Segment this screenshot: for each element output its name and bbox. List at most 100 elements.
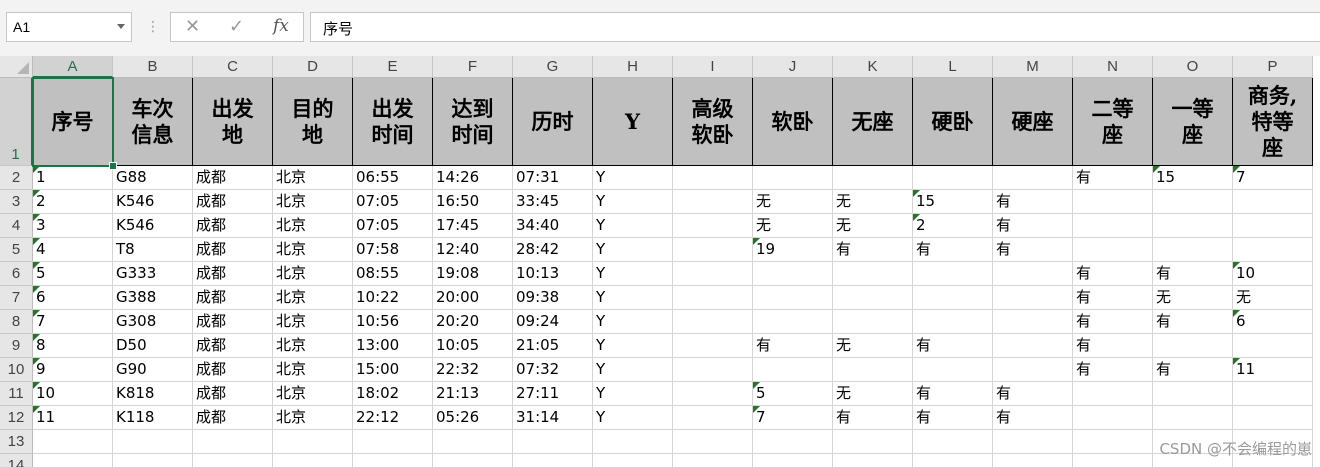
cell-p6[interactable]: 10: [1233, 262, 1313, 286]
cell-j14[interactable]: [753, 454, 833, 467]
cell-m6[interactable]: [993, 262, 1073, 286]
cell-c11[interactable]: 成都: [193, 382, 273, 406]
cell-m10[interactable]: [993, 358, 1073, 382]
cell-e5[interactable]: 07:58: [353, 238, 433, 262]
row-header-8[interactable]: 8: [0, 310, 33, 334]
cell-l7[interactable]: [913, 286, 993, 310]
cell-h4[interactable]: Y: [593, 214, 673, 238]
header-cell-f[interactable]: 达到 时间: [433, 78, 513, 166]
cell-m2[interactable]: [993, 166, 1073, 190]
cell-d9[interactable]: 北京: [273, 334, 353, 358]
cell-c4[interactable]: 成都: [193, 214, 273, 238]
cell-i12[interactable]: [673, 406, 753, 430]
cell-h3[interactable]: Y: [593, 190, 673, 214]
cell-h7[interactable]: Y: [593, 286, 673, 310]
cell-d13[interactable]: [273, 430, 353, 454]
cell-d11[interactable]: 北京: [273, 382, 353, 406]
cell-f11[interactable]: 21:13: [433, 382, 513, 406]
cell-h13[interactable]: [593, 430, 673, 454]
cell-h10[interactable]: Y: [593, 358, 673, 382]
header-cell-k[interactable]: 无座: [833, 78, 913, 166]
header-cell-m[interactable]: 硬座: [993, 78, 1073, 166]
cell-h12[interactable]: Y: [593, 406, 673, 430]
header-cell-g[interactable]: 历时: [513, 78, 593, 166]
row-header-6[interactable]: 6: [0, 262, 33, 286]
cell-i10[interactable]: [673, 358, 753, 382]
cell-e10[interactable]: 15:00: [353, 358, 433, 382]
cell-c12[interactable]: 成都: [193, 406, 273, 430]
cell-e11[interactable]: 18:02: [353, 382, 433, 406]
cell-g7[interactable]: 09:38: [513, 286, 593, 310]
column-header-o[interactable]: O: [1153, 56, 1233, 78]
cell-a8[interactable]: 7: [33, 310, 113, 334]
cell-p7[interactable]: 无: [1233, 286, 1313, 310]
cell-h9[interactable]: Y: [593, 334, 673, 358]
cell-f13[interactable]: [433, 430, 513, 454]
column-header-e[interactable]: E: [353, 56, 433, 78]
cell-l14[interactable]: [913, 454, 993, 467]
cell-b2[interactable]: G88: [113, 166, 193, 190]
cell-l11[interactable]: 有: [913, 382, 993, 406]
cell-o11[interactable]: [1153, 382, 1233, 406]
cell-f14[interactable]: [433, 454, 513, 467]
cell-e2[interactable]: 06:55: [353, 166, 433, 190]
cell-l2[interactable]: [913, 166, 993, 190]
header-cell-n[interactable]: 二等 座: [1073, 78, 1153, 166]
cell-n11[interactable]: [1073, 382, 1153, 406]
cell-b13[interactable]: [113, 430, 193, 454]
cell-f2[interactable]: 14:26: [433, 166, 513, 190]
row-header-13[interactable]: 13: [0, 430, 33, 454]
cell-k8[interactable]: [833, 310, 913, 334]
cell-j7[interactable]: [753, 286, 833, 310]
cell-j8[interactable]: [753, 310, 833, 334]
cell-k5[interactable]: 有: [833, 238, 913, 262]
fill-handle[interactable]: [109, 162, 117, 170]
cell-g12[interactable]: 31:14: [513, 406, 593, 430]
cell-f5[interactable]: 12:40: [433, 238, 513, 262]
cell-e14[interactable]: [353, 454, 433, 467]
cell-d3[interactable]: 北京: [273, 190, 353, 214]
cell-b5[interactable]: T8: [113, 238, 193, 262]
cell-p8[interactable]: 6: [1233, 310, 1313, 334]
cell-k3[interactable]: 无: [833, 190, 913, 214]
cell-a5[interactable]: 4: [33, 238, 113, 262]
cell-n7[interactable]: 有: [1073, 286, 1153, 310]
cell-o10[interactable]: 有: [1153, 358, 1233, 382]
cell-p2[interactable]: 7: [1233, 166, 1313, 190]
cell-k9[interactable]: 无: [833, 334, 913, 358]
cell-k6[interactable]: [833, 262, 913, 286]
cell-i7[interactable]: [673, 286, 753, 310]
header-cell-l[interactable]: 硬卧: [913, 78, 993, 166]
header-cell-h[interactable]: Y: [593, 78, 673, 166]
cell-g11[interactable]: 27:11: [513, 382, 593, 406]
cell-d6[interactable]: 北京: [273, 262, 353, 286]
cell-a7[interactable]: 6: [33, 286, 113, 310]
cell-m4[interactable]: 有: [993, 214, 1073, 238]
cell-a9[interactable]: 8: [33, 334, 113, 358]
cell-n12[interactable]: [1073, 406, 1153, 430]
cell-h14[interactable]: [593, 454, 673, 467]
cell-a6[interactable]: 5: [33, 262, 113, 286]
column-header-p[interactable]: P: [1233, 56, 1313, 78]
cell-i13[interactable]: [673, 430, 753, 454]
cell-f9[interactable]: 10:05: [433, 334, 513, 358]
row-header-14[interactable]: 14: [0, 454, 33, 467]
cell-m9[interactable]: [993, 334, 1073, 358]
cell-d12[interactable]: 北京: [273, 406, 353, 430]
column-header-a[interactable]: A: [33, 56, 113, 78]
cell-m3[interactable]: 有: [993, 190, 1073, 214]
cell-o2[interactable]: 15: [1153, 166, 1233, 190]
cell-n3[interactable]: [1073, 190, 1153, 214]
cell-n8[interactable]: 有: [1073, 310, 1153, 334]
cell-e4[interactable]: 07:05: [353, 214, 433, 238]
cell-f10[interactable]: 22:32: [433, 358, 513, 382]
cell-k13[interactable]: [833, 430, 913, 454]
cell-c10[interactable]: 成都: [193, 358, 273, 382]
cell-l12[interactable]: 有: [913, 406, 993, 430]
cell-h5[interactable]: Y: [593, 238, 673, 262]
column-header-d[interactable]: D: [273, 56, 353, 78]
cell-m8[interactable]: [993, 310, 1073, 334]
cell-k4[interactable]: 无: [833, 214, 913, 238]
cell-d7[interactable]: 北京: [273, 286, 353, 310]
cell-i9[interactable]: [673, 334, 753, 358]
